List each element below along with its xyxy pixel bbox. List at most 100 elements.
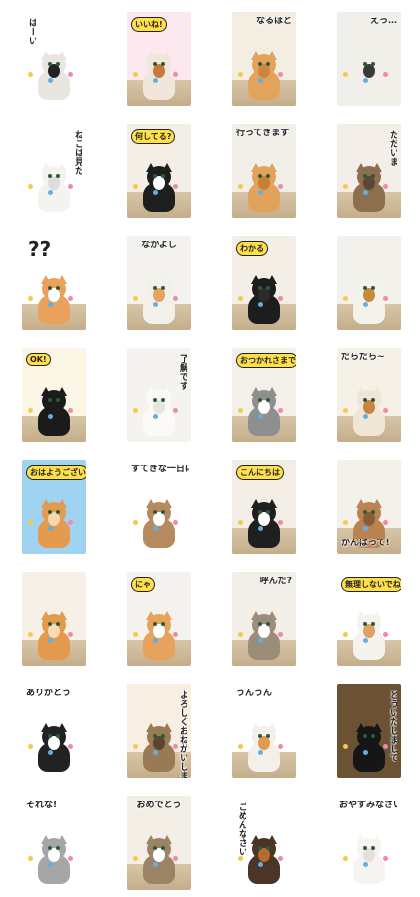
cat-marking (363, 512, 375, 526)
cat-ear (146, 163, 156, 172)
sticker-27[interactable]: うんうん (232, 684, 296, 778)
cat-ear (372, 723, 382, 732)
decoration-dot (343, 408, 348, 413)
decoration-dot (28, 72, 33, 77)
cat-ear (251, 499, 261, 508)
sticker-6[interactable]: 何してる? (127, 124, 191, 218)
sticker-1[interactable]: はーい (22, 12, 86, 106)
sticker-10[interactable]: なかよし (127, 236, 191, 330)
decoration-dot (383, 632, 388, 637)
decoration-dot (238, 856, 243, 861)
cat-ear (41, 611, 51, 620)
sticker-3[interactable]: なるほど (232, 12, 296, 106)
cat-ear (267, 51, 277, 60)
cat-marking (258, 736, 270, 750)
cat-ear (372, 499, 382, 508)
sticker-caption: それな! (26, 801, 58, 810)
decoration-dot (343, 744, 348, 749)
sticker-14[interactable]: 了解です (127, 348, 191, 442)
cat-eye (48, 286, 52, 290)
cat-ear (41, 163, 51, 172)
decoration-dot (28, 296, 33, 301)
cat-ear (162, 611, 172, 620)
cat-ear (251, 387, 261, 396)
sticker-31[interactable]: ごめんなさい (232, 796, 296, 890)
sticker-13[interactable]: OK! (22, 348, 86, 442)
sticker-22[interactable]: にゃ (127, 572, 191, 666)
decoration-dot (258, 190, 263, 195)
cat-eye (371, 846, 375, 850)
decoration-dot (238, 72, 243, 77)
decoration-dot (238, 632, 243, 637)
cat-ear (267, 611, 277, 620)
cat-eye (371, 286, 375, 290)
decoration-dot (153, 414, 158, 419)
cat-eye (266, 62, 270, 66)
sticker-caption: わかる (236, 241, 268, 256)
decoration-dot (173, 296, 178, 301)
cat-ear (41, 51, 51, 60)
sticker-23[interactable]: 呼んだ? (232, 572, 296, 666)
cat-ear (267, 835, 277, 844)
sticker-9[interactable]: ?? (22, 236, 86, 330)
cat-marking (48, 400, 60, 414)
decoration-dot (258, 526, 263, 531)
sticker-17[interactable]: おはようございます (22, 460, 86, 554)
decoration-dot (28, 520, 33, 525)
sticker-2[interactable]: いいね! (127, 12, 191, 106)
cat-eye (363, 510, 367, 514)
sticker-caption: なかよし (141, 241, 177, 250)
cat-eye (371, 734, 375, 738)
cat-eye (371, 174, 375, 178)
sticker-25[interactable]: ありがとう (22, 684, 86, 778)
cat-ear (251, 275, 261, 284)
decoration-dot (278, 520, 283, 525)
cat-eye (258, 62, 262, 66)
sticker-29[interactable]: それな! (22, 796, 86, 890)
sticker-19[interactable]: こんにちは (232, 460, 296, 554)
cat-ear (57, 51, 67, 60)
decoration-dot (278, 744, 283, 749)
decoration-dot (238, 520, 243, 525)
decoration-dot (173, 72, 178, 77)
sticker-21[interactable] (22, 572, 86, 666)
sticker-caption: ただいま (388, 130, 397, 166)
sticker-30[interactable]: おめでとう (127, 796, 191, 890)
sticker-11[interactable]: わかる (232, 236, 296, 330)
cat-eye (363, 622, 367, 626)
sticker-7[interactable]: 行ってきます (232, 124, 296, 218)
sticker-26[interactable]: よろしくおねがいします (127, 684, 191, 778)
cat-ear (162, 499, 172, 508)
sticker-18[interactable]: すてきな一日になりますように (127, 460, 191, 554)
cat-ear (267, 275, 277, 284)
cat-marking (153, 512, 165, 526)
sticker-12[interactable] (337, 236, 401, 330)
sticker-caption: 何してる? (131, 129, 176, 144)
sticker-16[interactable]: だらだら~ (337, 348, 401, 442)
sticker-8[interactable]: ただいま (337, 124, 401, 218)
sticker-15[interactable]: おつかれさまです (232, 348, 296, 442)
cat-ear (41, 499, 51, 508)
sticker-caption: こんにちは (236, 465, 284, 480)
decoration-dot (28, 744, 33, 749)
sticker-24[interactable]: 無理しないでね (337, 572, 401, 666)
sticker-20[interactable]: がんばって! (337, 460, 401, 554)
decoration-dot (48, 862, 53, 867)
cat-eye (371, 510, 375, 514)
sticker-5[interactable]: ねこは見た (22, 124, 86, 218)
cat-ear (41, 835, 51, 844)
cat-marking (153, 176, 165, 190)
cat-ear (57, 611, 67, 620)
decoration-dot (133, 744, 138, 749)
cat-eye (258, 510, 262, 514)
decoration-dot (68, 296, 73, 301)
sticker-caption: ねこは見た (73, 130, 82, 175)
cat-eye (363, 734, 367, 738)
sticker-28[interactable]: どういたしまして (337, 684, 401, 778)
cat-ear (267, 163, 277, 172)
cat-ear (57, 723, 67, 732)
sticker-32[interactable]: おやすみなさい (337, 796, 401, 890)
decoration-dot (48, 750, 53, 755)
sticker-4[interactable]: えっ… (337, 12, 401, 106)
cat-ear (251, 611, 261, 620)
